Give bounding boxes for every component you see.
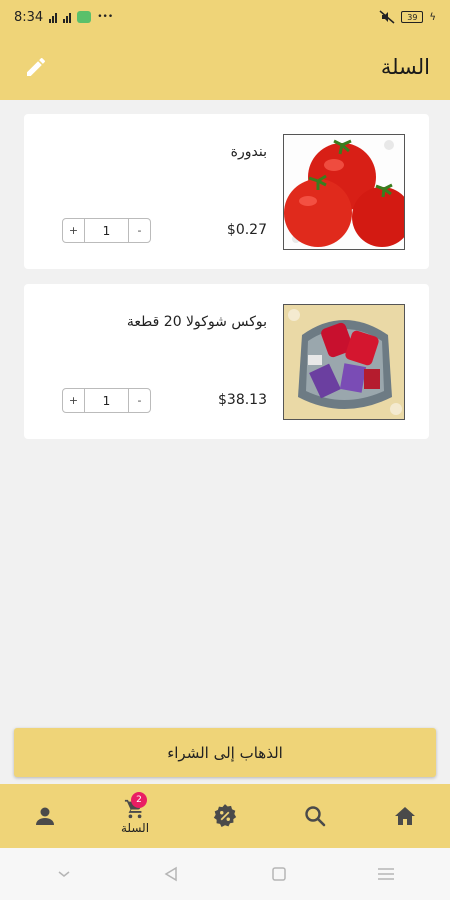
item-name: بوكس شوكولا 20 قطعة [126,314,267,330]
tomatoes-image [283,134,405,250]
back-triangle-icon [164,866,177,882]
collapse-button[interactable] [44,854,84,894]
increase-button[interactable]: + [63,219,85,242]
cart-badge: 2 [131,792,147,808]
nav-item-discounts[interactable] [185,784,265,848]
item-name: بندورة [230,144,267,160]
edit-button[interactable] [22,53,50,81]
app-header: السلة [0,34,450,100]
menu-lines-icon [378,868,395,880]
chocolate-box-image [283,304,405,420]
back-button[interactable] [151,854,191,894]
decrease-button[interactable]: - [128,389,150,412]
signal-icon [49,12,58,23]
system-nav-bar [0,848,450,900]
pencil-icon [27,57,46,76]
nav-item-search[interactable] [275,784,355,848]
status-time: 8:34 [14,9,44,25]
cart-item[interactable]: بوكس شوكولا 20 قطعة $38.13 + 1 - [24,284,429,439]
home-icon [395,807,415,825]
recents-button[interactable] [366,854,406,894]
nav-item-profile[interactable] [5,784,85,848]
bottom-nav: 2 السلة [0,784,450,848]
nav-label-cart: السلة [120,820,150,835]
square-icon [272,867,286,881]
mute-icon [379,10,395,24]
message-icon [77,11,92,23]
chevron-down-icon [58,871,70,877]
quantity-value: 1 [102,223,111,238]
person-icon [36,807,54,825]
charging-icon: ϟ [429,11,436,23]
battery-icon: 39 [401,11,424,23]
status-bar: 8:34 ••• 39 ϟ [0,0,450,34]
battery-level: 39 [407,12,418,22]
search-icon [305,806,326,827]
checkout-button[interactable]: الذهاب إلى الشراء [14,728,436,777]
more-notifications-icon: ••• [97,12,114,22]
discount-icon [213,804,237,828]
signal-icon-2 [63,12,72,23]
nav-item-cart[interactable]: 2 السلة [95,784,175,848]
quantity-stepper: + 1 - [62,388,151,413]
cart-list: بندورة $0.27 + 1 - بوكس شوكولا 20 قطعة $… [24,114,429,454]
cart-item[interactable]: بندورة $0.27 + 1 - [24,114,429,269]
nav-item-home[interactable] [365,784,445,848]
item-price: $38.13 [218,392,267,408]
item-price: $0.27 [226,222,267,238]
home-system-button[interactable] [259,854,299,894]
page-title: السلة [380,55,430,79]
quantity-stepper: + 1 - [62,218,151,243]
quantity-value: 1 [102,393,111,408]
decrease-button[interactable]: - [128,219,150,242]
increase-button[interactable]: + [63,389,85,412]
